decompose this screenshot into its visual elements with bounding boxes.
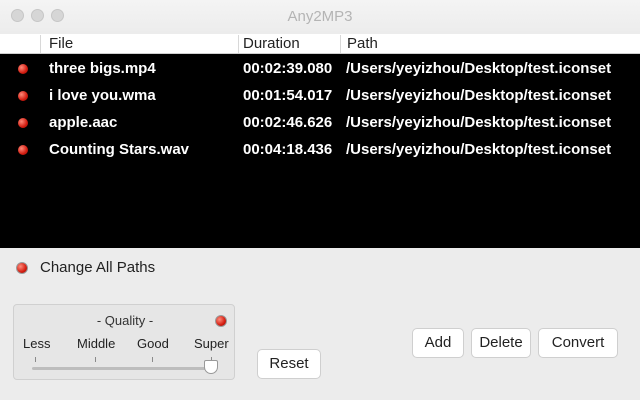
- quality-title: - Quality -: [96, 313, 154, 328]
- status-indicator-icon: [18, 64, 28, 74]
- column-divider[interactable]: [238, 35, 239, 53]
- file-name: Counting Stars.wav: [49, 141, 190, 158]
- column-header-path[interactable]: Path: [347, 35, 378, 52]
- quality-slider-thumb[interactable]: [204, 360, 218, 374]
- file-duration: 00:02:39.080: [243, 60, 333, 77]
- column-divider[interactable]: [340, 35, 341, 53]
- status-indicator-icon: [18, 145, 28, 155]
- title-bar: Any2MP3: [0, 0, 640, 34]
- column-divider[interactable]: [40, 35, 41, 53]
- quality-indicator-icon: [215, 315, 227, 327]
- table-row[interactable]: three bigs.mp4 00:02:39.080 /Users/yeyiz…: [0, 56, 640, 83]
- status-indicator-icon: [18, 118, 28, 128]
- file-duration: 00:04:18.436: [243, 141, 333, 158]
- window-title: Any2MP3: [287, 8, 353, 25]
- table-row[interactable]: apple.aac 00:02:46.626 /Users/yeyizhou/D…: [0, 110, 640, 137]
- convert-button[interactable]: Convert: [538, 328, 618, 358]
- file-table[interactable]: File Duration Path three bigs.mp4 00:02:…: [0, 34, 640, 248]
- quality-label-middle: Middle: [77, 336, 116, 351]
- reset-button[interactable]: Reset: [257, 349, 321, 379]
- file-duration: 00:02:46.626: [243, 114, 333, 131]
- delete-button[interactable]: Delete: [471, 328, 531, 358]
- file-name: apple.aac: [49, 114, 118, 131]
- quality-panel: - Quality - Less Middle Good Super: [13, 304, 235, 380]
- file-path: /Users/yeyizhou/Desktop/test.iconset: [346, 87, 612, 104]
- quality-slider-track[interactable]: [32, 367, 214, 370]
- table-header: File Duration Path: [0, 34, 640, 54]
- column-header-duration[interactable]: Duration: [243, 35, 300, 52]
- file-path: /Users/yeyizhou/Desktop/test.iconset: [346, 60, 612, 77]
- file-name: i love you.wma: [49, 87, 156, 104]
- quality-label-good: Good: [137, 336, 169, 351]
- change-all-paths-radio[interactable]: [16, 262, 28, 274]
- change-all-paths-label[interactable]: Change All Paths: [40, 259, 155, 276]
- add-button[interactable]: Add: [412, 328, 464, 358]
- quality-label-less: Less: [23, 336, 51, 351]
- file-duration: 00:01:54.017: [243, 87, 333, 104]
- slider-tick: [152, 357, 153, 362]
- status-indicator-icon: [18, 91, 28, 101]
- column-header-file[interactable]: File: [49, 35, 73, 52]
- file-name: three bigs.mp4: [49, 60, 156, 77]
- table-row[interactable]: i love you.wma 00:01:54.017 /Users/yeyiz…: [0, 83, 640, 110]
- table-row[interactable]: Counting Stars.wav 00:04:18.436 /Users/y…: [0, 137, 640, 164]
- slider-tick: [95, 357, 96, 362]
- quality-label-super: Super: [194, 336, 229, 351]
- slider-tick: [35, 357, 36, 362]
- file-path: /Users/yeyizhou/Desktop/test.iconset: [346, 141, 612, 158]
- file-path: /Users/yeyizhou/Desktop/test.iconset: [346, 114, 612, 131]
